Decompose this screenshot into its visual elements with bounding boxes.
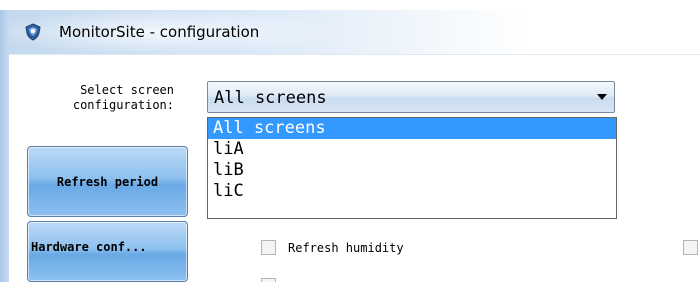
window-left-border bbox=[0, 10, 9, 282]
dropdown-option-lic[interactable]: liC bbox=[208, 181, 616, 202]
refresh-humidity-label: Refresh humidity bbox=[288, 241, 404, 255]
refresh-period-button[interactable]: Refresh period bbox=[27, 146, 188, 217]
config-window: MonitorSite - configuration Select scree… bbox=[0, 0, 700, 282]
refresh-humidity-checkbox[interactable] bbox=[261, 240, 276, 255]
hardware-conf-label: Hardware conf... bbox=[31, 240, 147, 254]
dropdown-option-lib[interactable]: liB bbox=[208, 160, 616, 181]
dropdown-option-all-screens[interactable]: All screens bbox=[208, 118, 616, 139]
screen-config-combobox[interactable]: All screens bbox=[207, 81, 615, 113]
combobox-selected-value: All screens bbox=[214, 88, 327, 108]
client-divider bbox=[9, 54, 700, 55]
screen-config-dropdown-list[interactable]: All screens liA liB liC bbox=[207, 117, 617, 219]
chevron-down-icon[interactable] bbox=[597, 94, 607, 100]
window-title: MonitorSite - configuration bbox=[59, 23, 260, 41]
app-shield-icon bbox=[24, 23, 42, 41]
right-column-checkbox[interactable] bbox=[683, 240, 698, 255]
next-row-checkbox[interactable] bbox=[261, 278, 276, 282]
hardware-conf-button[interactable]: Hardware conf... bbox=[27, 221, 188, 282]
window-titlebar[interactable]: MonitorSite - configuration bbox=[9, 10, 700, 54]
select-screen-label: Select screen configuration: bbox=[72, 83, 174, 112]
dropdown-option-lia[interactable]: liA bbox=[208, 139, 616, 160]
